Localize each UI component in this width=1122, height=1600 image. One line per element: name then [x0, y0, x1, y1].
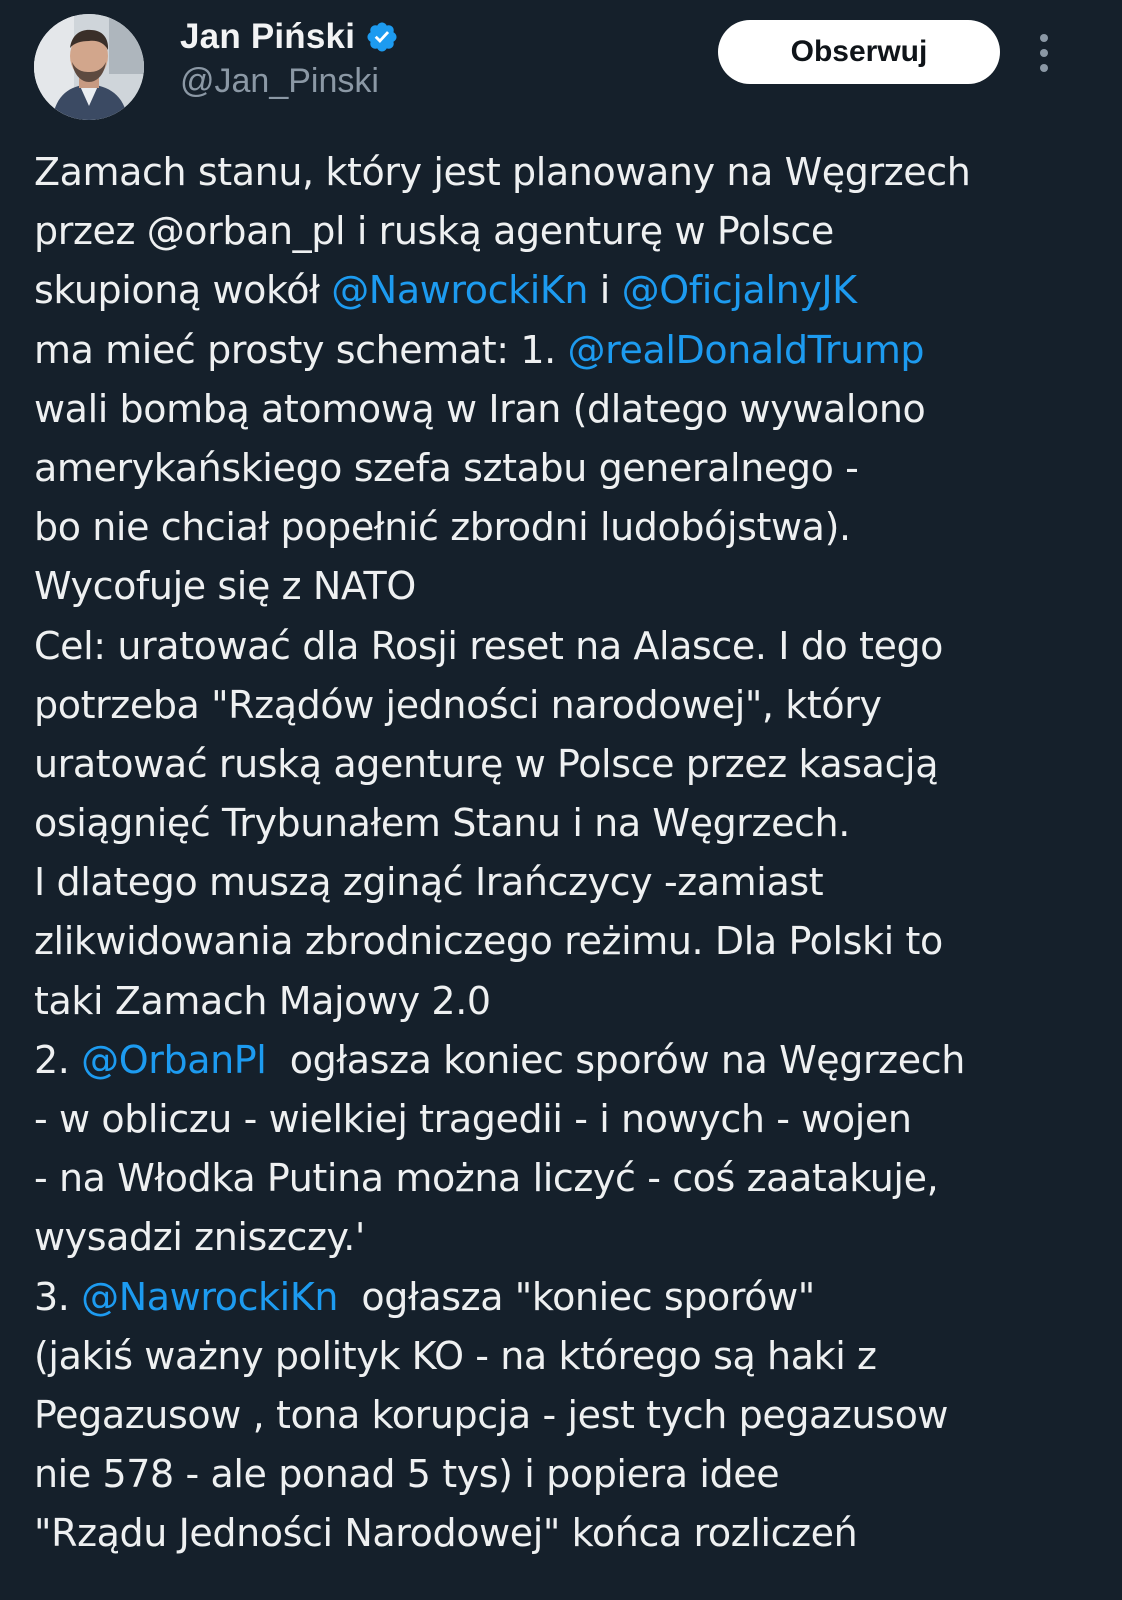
tweet-text-segment: Pegazusow , tona korupcja - jest tych pe… [34, 1392, 949, 1437]
tweet-line: - w obliczu - wielkiej tragedii - i nowy… [34, 1090, 1114, 1149]
tweet-text-segment: (jakiś ważny polityk KO - na którego są … [34, 1333, 877, 1378]
tweet-text-segment: "Rządu Jedności Narodowej" końca rozlicz… [34, 1511, 858, 1556]
tweet-line: Zamach stanu, który jest planowany na Wę… [34, 143, 1114, 202]
tweet-text-segment: amerykańskiego szefa sztabu generalnego … [34, 445, 859, 490]
more-dot [1040, 49, 1048, 57]
tweet-text-segment: 3. [34, 1274, 82, 1319]
tweet-text-segment: Cel: uratować dla Rosji reset na Alasce.… [34, 623, 944, 668]
tweet-line: amerykańskiego szefa sztabu generalnego … [34, 439, 1114, 498]
profile-photo-icon [34, 14, 144, 120]
mention-link[interactable]: @realDonaldTrump [568, 328, 925, 372]
tweet-text-segment: wysadzi zniszczy.' [34, 1215, 365, 1260]
tweet-line: skupioną wokół @NawrockiKn i @OficjalnyJ… [34, 261, 1114, 320]
tweet-line: uratować ruską agenturę w Polsce przez k… [34, 735, 1114, 794]
tweet-text-segment: nie 578 - ale ponad 5 tys) i popiera ide… [34, 1452, 780, 1497]
tweet-line: ma mieć prosty schemat: 1. @realDonaldTr… [34, 321, 1114, 380]
tweet-text-segment: Zamach stanu, który jest planowany na Wę… [34, 150, 971, 194]
tweet-line: nie 578 - ale ponad 5 tys) i popiera ide… [34, 1445, 1114, 1504]
tweet-line: 2. @OrbanPl ogłasza koniec sporów na Węg… [34, 1031, 1114, 1090]
author-name-row: Jan Piński [180, 14, 399, 60]
avatar[interactable] [34, 14, 144, 120]
more-dot [1040, 34, 1048, 42]
tweet-line: - na Włodka Putina można liczyć - coś za… [34, 1149, 1114, 1208]
tweet-line: "Rządu Jedności Narodowej" końca rozlicz… [34, 1504, 1114, 1563]
tweet-text-segment: uratować ruską agenturę w Polsce przez k… [34, 741, 939, 786]
tweet-text-segment: skupioną wokół [34, 268, 332, 313]
tweet-line: Wycofuje się z NATO [34, 557, 1114, 616]
tweet-text-segment: ogłasza "koniec sporów" [338, 1274, 815, 1319]
author-handle[interactable]: @Jan_Pinski [180, 62, 379, 101]
tweet-line: 3. @NawrockiKn ogłasza "koniec sporów" [34, 1268, 1114, 1327]
mention-link[interactable]: @OficjalnyJK [622, 268, 857, 312]
tweet-text-segment: taki Zamach Majowy 2.0 [34, 978, 491, 1023]
mention-link[interactable]: @NawrockiKn [331, 268, 588, 312]
tweet-line: zlikwidowania zbrodniczego reżimu. Dla P… [34, 912, 1114, 971]
tweet-line: taki Zamach Majowy 2.0 [34, 972, 1114, 1031]
tweet-text: Zamach stanu, który jest planowany na Wę… [34, 143, 1114, 1564]
tweet-text-segment: 2. [34, 1037, 82, 1082]
tweet-text-segment: ogłasza koniec sporów na Węgrzech [266, 1037, 965, 1082]
tweet-text-segment: potrzeba "Rządów jedności narodowej", kt… [34, 682, 882, 727]
tweet-line: wysadzi zniszczy.' [34, 1208, 1114, 1267]
tweet-text-segment: - na Włodka Putina można liczyć - coś za… [34, 1156, 939, 1201]
tweet-text-segment: - w obliczu - wielkiej tragedii - i nowy… [34, 1097, 912, 1141]
more-options-icon[interactable] [1024, 30, 1064, 76]
more-dot [1040, 64, 1048, 72]
tweet-header: Jan Piński @Jan_Pinski Obserwuj [0, 0, 1122, 130]
tweet-line: wali bombą atomową w Iran (dlatego wywal… [34, 380, 1114, 439]
follow-button[interactable]: Obserwuj [718, 20, 1000, 84]
tweet-line: osiągnięć Trybunałem Stanu i na Węgrzech… [34, 794, 1114, 853]
tweet-text-segment: bo nie chciał popełnić zbrodni ludobójst… [34, 505, 851, 550]
tweet-text-segment: osiągnięć Trybunałem Stanu i na Węgrzech… [34, 801, 850, 846]
tweet-text-segment: I dlatego muszą zginąć Irańczycy -zamias… [34, 860, 824, 905]
tweet-line: Pegazusow , tona korupcja - jest tych pe… [34, 1386, 1114, 1445]
tweet-text-segment: Wycofuje się z NATO [34, 564, 416, 609]
tweet-line: Cel: uratować dla Rosji reset na Alasce.… [34, 617, 1114, 676]
mention-link[interactable]: @NawrockiKn [81, 1275, 338, 1319]
mention-link[interactable]: @OrbanPl [81, 1038, 267, 1082]
tweet-line: przez @orban_pl i ruską agenturę w Polsc… [34, 202, 1114, 261]
tweet-line: potrzeba "Rządów jedności narodowej", kt… [34, 676, 1114, 735]
tweet-text-segment: przez @orban_pl i ruską agenturę w Polsc… [34, 209, 834, 254]
tweet-line: I dlatego muszą zginąć Irańczycy -zamias… [34, 853, 1114, 912]
tweet-text-segment: wali bombą atomową w Iran (dlatego wywal… [34, 386, 926, 431]
tweet-text-segment: ma mieć prosty schemat: 1. [34, 327, 568, 372]
verified-badge-icon [365, 20, 399, 54]
tweet-line: bo nie chciał popełnić zbrodni ludobójst… [34, 498, 1114, 557]
author-name[interactable]: Jan Piński [180, 17, 355, 57]
tweet-line: (jakiś ważny polityk KO - na którego są … [34, 1327, 1114, 1386]
tweet-text-segment: zlikwidowania zbrodniczego reżimu. Dla P… [34, 919, 943, 964]
tweet-text-segment: i [588, 268, 622, 313]
